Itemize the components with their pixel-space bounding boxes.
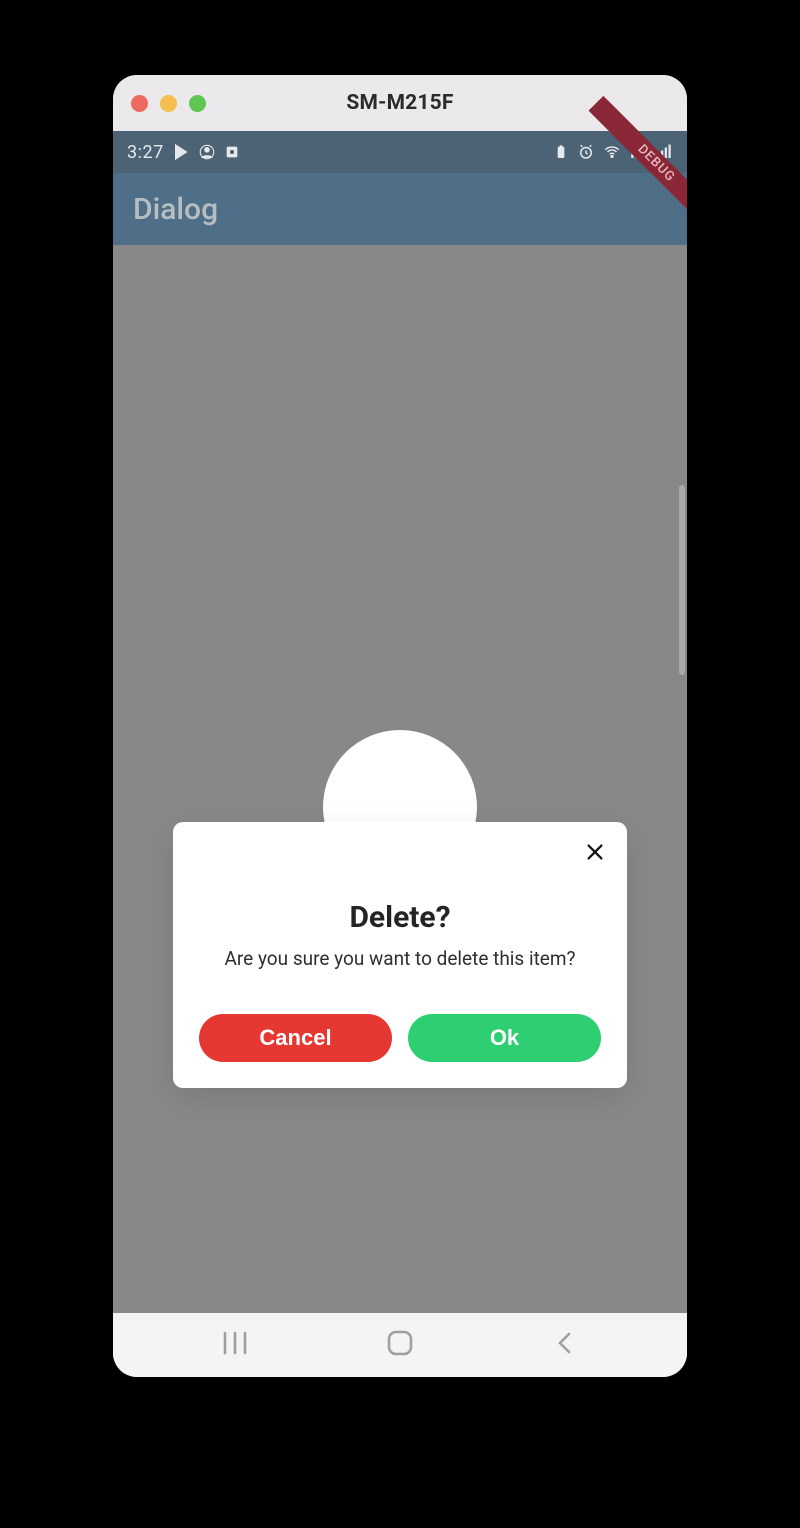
dialog-title: Delete? bbox=[199, 900, 601, 935]
nav-back-button[interactable] bbox=[545, 1325, 585, 1365]
play-store-icon bbox=[172, 143, 190, 161]
app-bar: Dialog bbox=[113, 173, 687, 245]
window-minimize-button[interactable] bbox=[160, 95, 177, 112]
window-close-button[interactable] bbox=[131, 95, 148, 112]
home-icon bbox=[385, 1328, 415, 1362]
nav-recents-button[interactable] bbox=[215, 1325, 255, 1365]
battery-saver-icon bbox=[553, 143, 569, 161]
dialog-actions: Cancel Ok bbox=[199, 1014, 601, 1062]
ok-button-label: Ok bbox=[490, 1025, 519, 1051]
status-bar: 3:27 bbox=[113, 131, 687, 173]
traffic-lights bbox=[131, 95, 206, 112]
cancel-button[interactable]: Cancel bbox=[199, 1014, 392, 1062]
back-icon bbox=[552, 1330, 578, 1360]
close-button[interactable] bbox=[581, 840, 609, 868]
mac-window: SM-M215F DEBUG 3:27 bbox=[113, 75, 687, 1377]
close-icon bbox=[584, 841, 606, 867]
navigation-bar bbox=[113, 1313, 687, 1377]
wifi-icon bbox=[603, 143, 621, 161]
phone-screen: DEBUG 3:27 bbox=[113, 131, 687, 1377]
window-zoom-button[interactable] bbox=[189, 95, 206, 112]
scrollbar[interactable] bbox=[679, 485, 685, 675]
dialog-card: Delete? Are you sure you want to delete … bbox=[173, 822, 627, 1088]
status-left: 3:27 bbox=[127, 142, 240, 163]
app-body: Delete? Are you sure you want to delete … bbox=[113, 245, 687, 1313]
dialog: Delete? Are you sure you want to delete … bbox=[173, 730, 627, 1088]
recents-icon bbox=[221, 1330, 249, 1360]
app-bar-title: Dialog bbox=[133, 192, 218, 227]
dialog-message: Are you sure you want to delete this ite… bbox=[199, 947, 601, 970]
cancel-button-label: Cancel bbox=[259, 1025, 331, 1051]
square-icon bbox=[224, 143, 240, 161]
alarm-icon bbox=[577, 143, 595, 161]
status-time: 3:27 bbox=[127, 142, 164, 163]
ok-button[interactable]: Ok bbox=[408, 1014, 601, 1062]
nav-home-button[interactable] bbox=[380, 1325, 420, 1365]
account-icon bbox=[198, 143, 216, 161]
